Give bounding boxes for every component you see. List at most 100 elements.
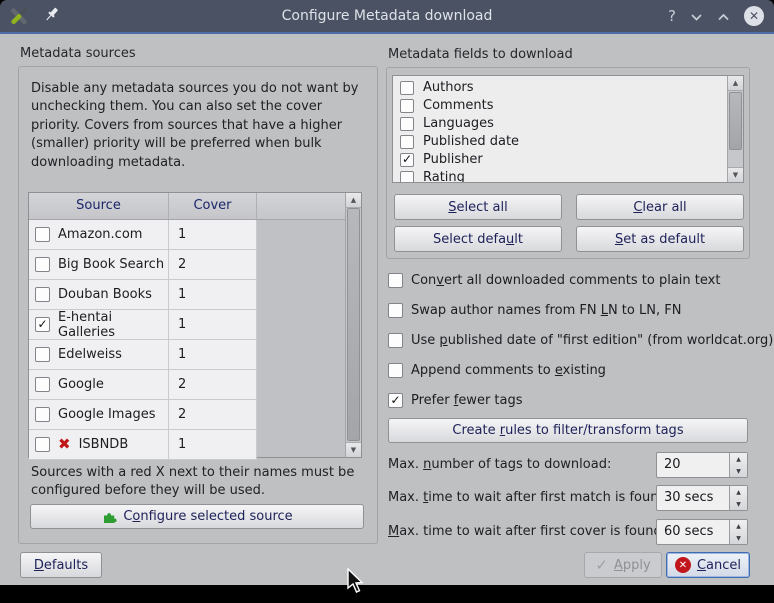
field-checkbox[interactable]: ✓ <box>400 135 414 149</box>
source-checkbox[interactable]: ✓ <box>35 317 50 332</box>
field-row-languages[interactable]: ✓ Languages <box>393 114 730 133</box>
select-all-button[interactable]: Select all <box>394 194 562 220</box>
scroll-down-icon[interactable]: ▼ <box>728 167 743 182</box>
spin-up-icon[interactable]: ▲ <box>730 486 747 498</box>
cover-priority-cell[interactable]: 2 <box>169 400 257 430</box>
sources-table-scrollbar[interactable]: ▲ ▼ <box>345 193 361 457</box>
titlebar[interactable]: Configure Metadata download ? ✕ <box>0 0 774 32</box>
select-default-button[interactable]: Select default <box>394 226 562 252</box>
max-match-wait-label: Max. time to wait after first match is f… <box>388 485 671 511</box>
scroll-up-icon[interactable]: ▲ <box>346 193 361 208</box>
option-checkbox[interactable]: ✓ <box>388 393 403 408</box>
option-append-comments[interactable]: ✓ Append comments to existing <box>388 362 606 378</box>
source-checkbox[interactable]: ✓ <box>35 287 50 302</box>
table-row-google-images[interactable]: ✓ Google Images 2 <box>29 400 347 430</box>
option-swap-author-names[interactable]: ✓ Swap author names from FN LN to LN, FN <box>388 302 681 318</box>
source-checkbox[interactable]: ✓ <box>35 257 50 272</box>
cover-priority-cell[interactable]: 2 <box>169 250 257 280</box>
cancel-x-icon: ✕ <box>675 557 691 573</box>
field-row-comments[interactable]: ✓ Comments <box>393 96 730 115</box>
set-as-default-button[interactable]: Set as default <box>576 226 744 252</box>
spinner-buttons: ▲ ▼ <box>729 486 747 510</box>
scroll-down-icon[interactable]: ▼ <box>346 442 361 457</box>
sources-table[interactable]: Source Cover priority ✓ Amazon.com 1 ✓ B… <box>28 192 362 458</box>
source-checkbox[interactable]: ✓ <box>35 347 50 362</box>
table-row-e-hentai-galleries[interactable]: ✓ E-hentai Galleries 1 <box>29 310 347 340</box>
option-first-edition-date[interactable]: ✓ Use published date of "first edition" … <box>388 332 773 348</box>
spin-down-icon[interactable]: ▼ <box>730 532 747 544</box>
create-tag-rules-button[interactable]: Create rules to filter/transform tags <box>388 418 748 443</box>
field-row-authors[interactable]: ✓ Authors <box>393 78 730 97</box>
field-checkbox[interactable]: ✓ <box>400 117 414 131</box>
spin-down-icon[interactable]: ▼ <box>730 498 747 510</box>
spinner-buttons: ▲ ▼ <box>729 520 747 544</box>
cover-priority-cell[interactable]: 2 <box>169 370 257 400</box>
cancel-label: Cancel <box>697 558 741 573</box>
max-match-wait-value[interactable]: 30 secs <box>657 486 729 510</box>
help-icon[interactable]: ? <box>668 9 676 24</box>
field-checkbox[interactable]: ✓ <box>400 81 414 95</box>
source-checkbox[interactable]: ✓ <box>35 407 50 422</box>
option-label: Prefer fewer tags <box>411 393 523 408</box>
fields-list-scrollbar[interactable]: ▲ ▼ <box>727 76 743 182</box>
clear-all-label: Clear all <box>633 200 686 215</box>
option-checkbox[interactable]: ✓ <box>388 333 403 348</box>
cover-priority-cell[interactable]: 1 <box>169 220 257 250</box>
cover-priority-value: 1 <box>178 437 186 452</box>
field-checkbox[interactable]: ✓ <box>400 171 414 184</box>
field-label: Published date <box>423 134 519 149</box>
max-tags-value[interactable]: 20 <box>657 453 729 477</box>
field-label: Rating <box>423 170 465 183</box>
select-all-label: Select all <box>448 200 507 215</box>
spin-up-icon[interactable]: ▲ <box>730 453 747 465</box>
field-row-published-date[interactable]: ✓ Published date <box>393 132 730 151</box>
source-checkbox[interactable]: ✓ <box>35 377 50 392</box>
max-match-wait-spinner[interactable]: 30 secs ▲ ▼ <box>656 485 748 511</box>
column-header-source[interactable]: Source <box>29 193 169 219</box>
cover-priority-cell[interactable]: 1 <box>169 310 257 340</box>
check-icon: ✓ <box>37 318 47 330</box>
chevron-up-icon[interactable] <box>717 11 730 21</box>
sources-table-header[interactable]: Source Cover priority <box>29 193 347 220</box>
source-checkbox[interactable]: ✓ <box>35 437 50 452</box>
scroll-up-icon[interactable]: ▲ <box>728 76 743 91</box>
option-convert-comments[interactable]: ✓ Convert all downloaded comments to pla… <box>388 272 720 288</box>
max-cover-wait-value[interactable]: 60 secs <box>657 520 729 544</box>
cover-priority-cell[interactable]: 1 <box>169 340 257 370</box>
field-checkbox[interactable]: ✓ <box>400 99 414 113</box>
table-row-douban-books[interactable]: ✓ Douban Books 1 <box>29 280 347 310</box>
field-row-rating[interactable]: ✓ Rating <box>393 168 730 183</box>
clear-all-button[interactable]: Clear all <box>576 194 744 220</box>
chevron-down-icon[interactable] <box>690 11 703 21</box>
cancel-button[interactable]: ✕ Cancel <box>666 552 750 578</box>
table-row-isbndb[interactable]: ✓ ✖ ISBNDB 1 <box>29 430 347 460</box>
table-row-google[interactable]: ✓ Google 2 <box>29 370 347 400</box>
source-name: E-hentai Galleries <box>58 310 168 340</box>
field-row-publisher[interactable]: ✓ Publisher <box>393 150 730 169</box>
max-cover-wait-spinner[interactable]: 60 secs ▲ ▼ <box>656 519 748 545</box>
field-checkbox[interactable]: ✓ <box>400 153 414 167</box>
scrollbar-thumb[interactable] <box>347 208 360 441</box>
defaults-button[interactable]: Defaults <box>20 552 102 578</box>
cover-priority-cell[interactable]: 1 <box>169 430 257 460</box>
option-checkbox[interactable]: ✓ <box>388 303 403 318</box>
configure-selected-source-button[interactable]: Configure selected source <box>30 504 364 529</box>
spin-up-icon[interactable]: ▲ <box>730 520 747 532</box>
table-row-big-book-search[interactable]: ✓ Big Book Search 2 <box>29 250 347 280</box>
option-checkbox[interactable]: ✓ <box>388 273 403 288</box>
spin-down-icon[interactable]: ▼ <box>730 465 747 477</box>
max-tags-spinner[interactable]: 20 ▲ ▼ <box>656 452 748 478</box>
scrollbar-thumb[interactable] <box>729 92 742 150</box>
metadata-fields-list[interactable]: ✓ Authors ✓ Comments ✓ Languages ✓ Publi… <box>392 75 744 183</box>
table-row-edelweiss[interactable]: ✓ Edelweiss 1 <box>29 340 347 370</box>
field-label: Comments <box>423 98 493 113</box>
source-checkbox[interactable]: ✓ <box>35 227 50 242</box>
option-checkbox[interactable]: ✓ <box>388 363 403 378</box>
table-row-amazon[interactable]: ✓ Amazon.com 1 <box>29 220 347 250</box>
close-button[interactable]: ✕ <box>744 6 764 26</box>
apply-button[interactable]: ✓ Apply <box>584 552 662 578</box>
option-prefer-fewer-tags[interactable]: ✓ Prefer fewer tags <box>388 392 523 408</box>
column-header-cover-priority[interactable]: Cover priority <box>169 193 257 219</box>
select-default-label: Select default <box>433 232 523 247</box>
cover-priority-cell[interactable]: 1 <box>169 280 257 310</box>
